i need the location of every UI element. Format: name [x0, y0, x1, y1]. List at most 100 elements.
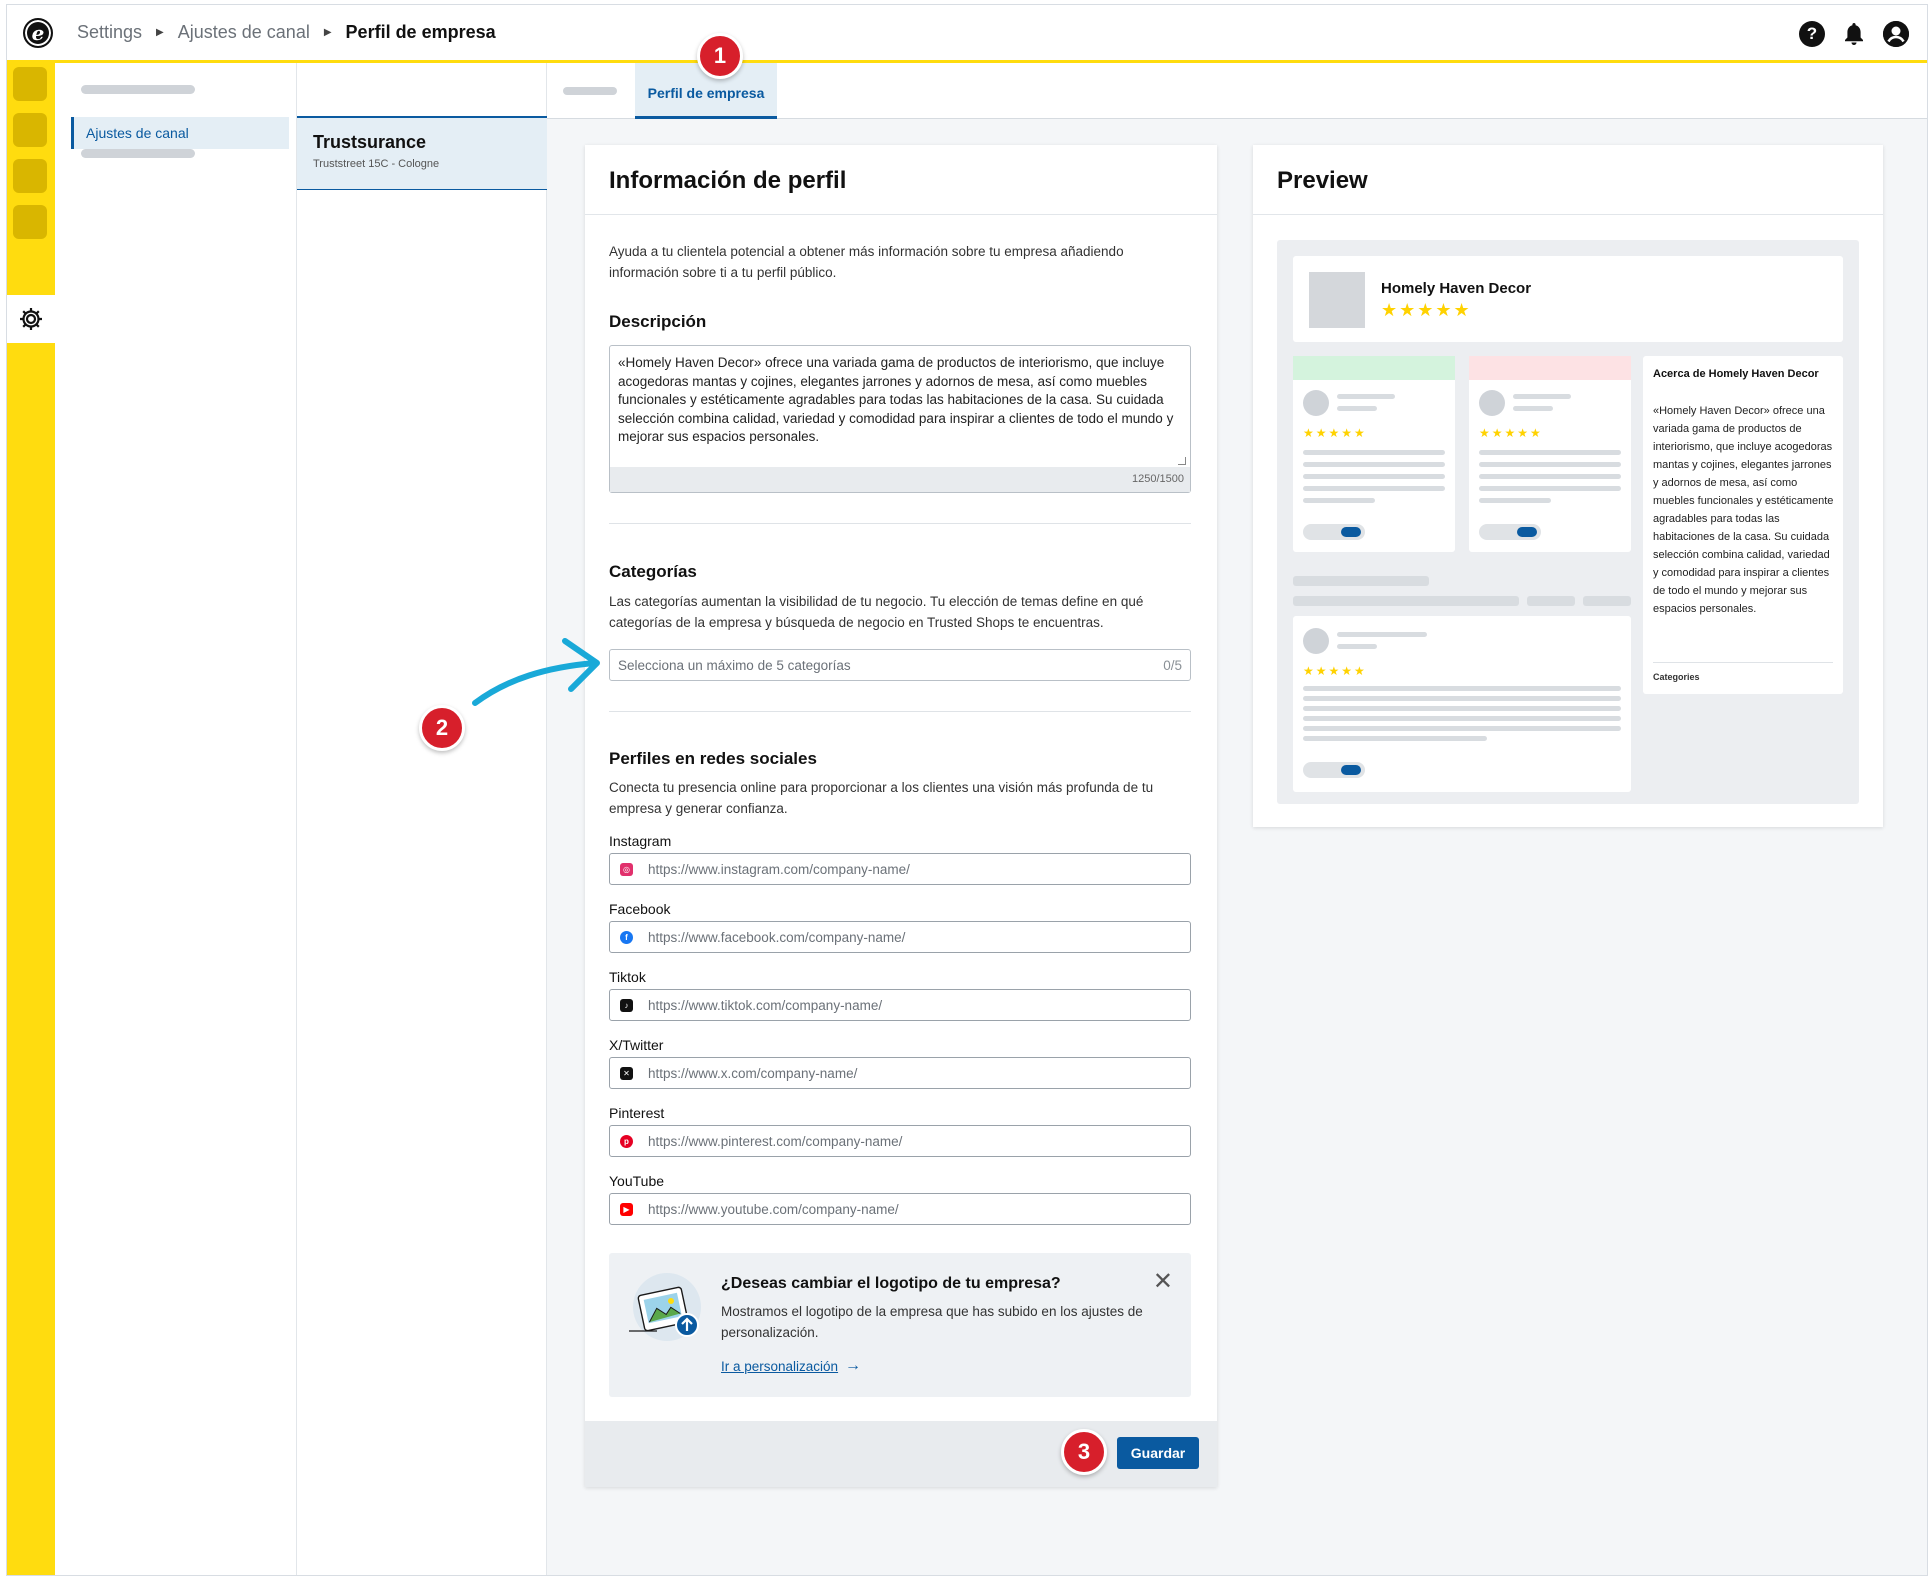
- tiktok-placeholder: https://www.tiktok.com/company-name/: [648, 997, 883, 1013]
- description-textarea[interactable]: «Homely Haven Decor» ofrece una variada …: [609, 345, 1191, 493]
- form-title: Información de perfil: [585, 145, 1217, 215]
- preview-line: [1303, 498, 1375, 503]
- annotation-badge-2: 2: [419, 705, 465, 751]
- tiktok-icon: ♪: [620, 998, 633, 1012]
- instagram-input[interactable]: ◎ https://www.instagram.com/company-name…: [609, 853, 1191, 885]
- preview-toggle: [1479, 524, 1541, 540]
- settings-nav: Ajustes de canal: [55, 63, 297, 1575]
- preview-line: [1303, 726, 1621, 731]
- preview-review-card: ★★★★★: [1293, 356, 1455, 552]
- preview-stars: ★★★★★: [1479, 426, 1543, 440]
- preview-line: [1337, 632, 1427, 637]
- rail-item[interactable]: [13, 205, 47, 239]
- preview-line: [1337, 406, 1377, 411]
- categories-title: Categorías: [609, 562, 697, 581]
- preview-line: [1337, 644, 1377, 649]
- categories-select[interactable]: Selecciona un máximo de 5 categorías 0/5: [609, 649, 1191, 681]
- preview-line: [1527, 596, 1575, 606]
- logo-notice-text: Mostramos el logotipo de la empresa que …: [721, 1304, 1143, 1340]
- bell-icon[interactable]: [1841, 21, 1867, 47]
- preview-line: [1479, 486, 1621, 491]
- breadcrumb-channel-settings[interactable]: Ajustes de canal: [178, 22, 310, 43]
- preview-line: [1303, 450, 1445, 455]
- preview-line: [1303, 686, 1621, 691]
- facebook-input[interactable]: f https://www.facebook.com/company-name/: [609, 921, 1191, 953]
- preview-about-box: Acerca de Homely Haven Decor «Homely Hav…: [1643, 356, 1843, 694]
- tiktok-input[interactable]: ♪ https://www.tiktok.com/company-name/: [609, 989, 1191, 1021]
- preview-card: Preview Homely Haven Decor ★★★★★ ★★★★★ ★…: [1253, 145, 1883, 827]
- breadcrumb-settings[interactable]: Settings: [77, 22, 142, 43]
- help-icon[interactable]: ?: [1799, 21, 1825, 47]
- character-counter: 1250/1500: [610, 467, 1190, 492]
- facebook-placeholder: https://www.facebook.com/company-name/: [648, 929, 906, 945]
- preview-company-name: Homely Haven Decor: [1381, 280, 1532, 297]
- preview-line: [1337, 394, 1395, 399]
- user-icon[interactable]: [1883, 21, 1909, 47]
- nav-item-channel-settings[interactable]: Ajustes de canal: [71, 117, 289, 149]
- rail-item[interactable]: [13, 67, 47, 101]
- rail-item[interactable]: [13, 159, 47, 193]
- preview-title: Preview: [1253, 145, 1883, 215]
- app-rail: [7, 63, 55, 1575]
- youtube-input[interactable]: ▶ https://www.youtube.com/company-name/: [609, 1193, 1191, 1225]
- preview-line: [1303, 462, 1445, 467]
- preview-line: [1479, 474, 1621, 479]
- preview-rating-stars: ★★★★★: [1381, 300, 1472, 320]
- channel-address: Truststreet 15C - Cologne: [313, 158, 440, 170]
- facebook-label: Facebook: [609, 901, 671, 917]
- categories-count: 0/5: [1163, 658, 1182, 673]
- description-text[interactable]: «Homely Haven Decor» ofrece una variada …: [610, 346, 1190, 466]
- social-title: Perfiles en redes sociales: [609, 749, 817, 768]
- preview-line: [1293, 596, 1519, 606]
- preview-canvas: Homely Haven Decor ★★★★★ ★★★★★ ★★★★★ ★★★…: [1277, 240, 1859, 804]
- personalization-link[interactable]: Ir a personalización: [721, 1359, 838, 1374]
- pinterest-label: Pinterest: [609, 1105, 665, 1121]
- channel-name: Trustsurance: [313, 132, 427, 152]
- channel-list: Trustsurance Truststreet 15C - Cologne: [297, 63, 547, 1575]
- breadcrumb-current: Perfil de empresa: [345, 22, 496, 42]
- twitter-input[interactable]: ✕ https://www.x.com/company-name/: [609, 1057, 1191, 1089]
- preview-line: [1583, 596, 1631, 606]
- preview-line: [1513, 406, 1553, 411]
- social-description: Conecta tu presencia online para proporc…: [609, 780, 1154, 816]
- app-window: e Settings ▶ Ajustes de canal ▶ Perfil d…: [6, 4, 1928, 1576]
- preview-line: [1479, 462, 1621, 467]
- instagram-label: Instagram: [609, 833, 672, 849]
- categories-description: Las categorías aumentan la visibilidad d…: [609, 594, 1144, 630]
- pinterest-input[interactable]: p https://www.pinterest.com/company-name…: [609, 1125, 1191, 1157]
- preview-line: [1513, 394, 1571, 399]
- top-bar: e Settings ▶ Ajustes de canal ▶ Perfil d…: [7, 5, 1927, 63]
- preview-avatar: [1303, 628, 1329, 654]
- preview-company-header: Homely Haven Decor ★★★★★: [1293, 256, 1843, 342]
- close-icon[interactable]: ✕: [1153, 1267, 1173, 1296]
- channel-item[interactable]: Trustsurance Truststreet 15C - Cologne: [297, 116, 547, 190]
- preview-stars: ★★★★★: [1303, 426, 1367, 440]
- twitter-placeholder: https://www.x.com/company-name/: [648, 1065, 858, 1081]
- divider: [609, 523, 1191, 524]
- preview-line: [1303, 486, 1445, 491]
- divider: [1653, 662, 1833, 663]
- preview-avatar: [1303, 390, 1329, 416]
- twitter-label: X/Twitter: [609, 1037, 664, 1053]
- logo-notice: ¿Deseas cambiar el logotipo de tu empres…: [609, 1253, 1191, 1397]
- save-button[interactable]: Guardar: [1117, 1437, 1199, 1469]
- preview-stars: ★★★★★: [1303, 664, 1367, 678]
- arrow-right-icon[interactable]: →: [845, 1357, 861, 1375]
- pinterest-placeholder: https://www.pinterest.com/company-name/: [648, 1133, 903, 1149]
- gear-icon[interactable]: [7, 295, 55, 343]
- tab-placeholder[interactable]: [563, 87, 617, 95]
- youtube-placeholder: https://www.youtube.com/company-name/: [648, 1201, 899, 1217]
- app-logo[interactable]: e: [23, 17, 53, 48]
- preview-line: [1303, 706, 1621, 711]
- preview-about-title: Acerca de Homely Haven Decor: [1653, 368, 1819, 380]
- preview-line: [1479, 450, 1621, 455]
- preview-toggle: [1303, 524, 1365, 540]
- image-upload-icon: [629, 1273, 701, 1341]
- annotation-badge-1: 1: [697, 33, 743, 79]
- preview-line: [1303, 736, 1487, 741]
- resize-handle-icon[interactable]: [1178, 457, 1186, 465]
- tiktok-label: Tiktok: [609, 969, 646, 985]
- preview-card-header-red: [1469, 356, 1631, 380]
- profile-form-card: Información de perfil Ayuda a tu cliente…: [585, 145, 1217, 1487]
- rail-item[interactable]: [13, 113, 47, 147]
